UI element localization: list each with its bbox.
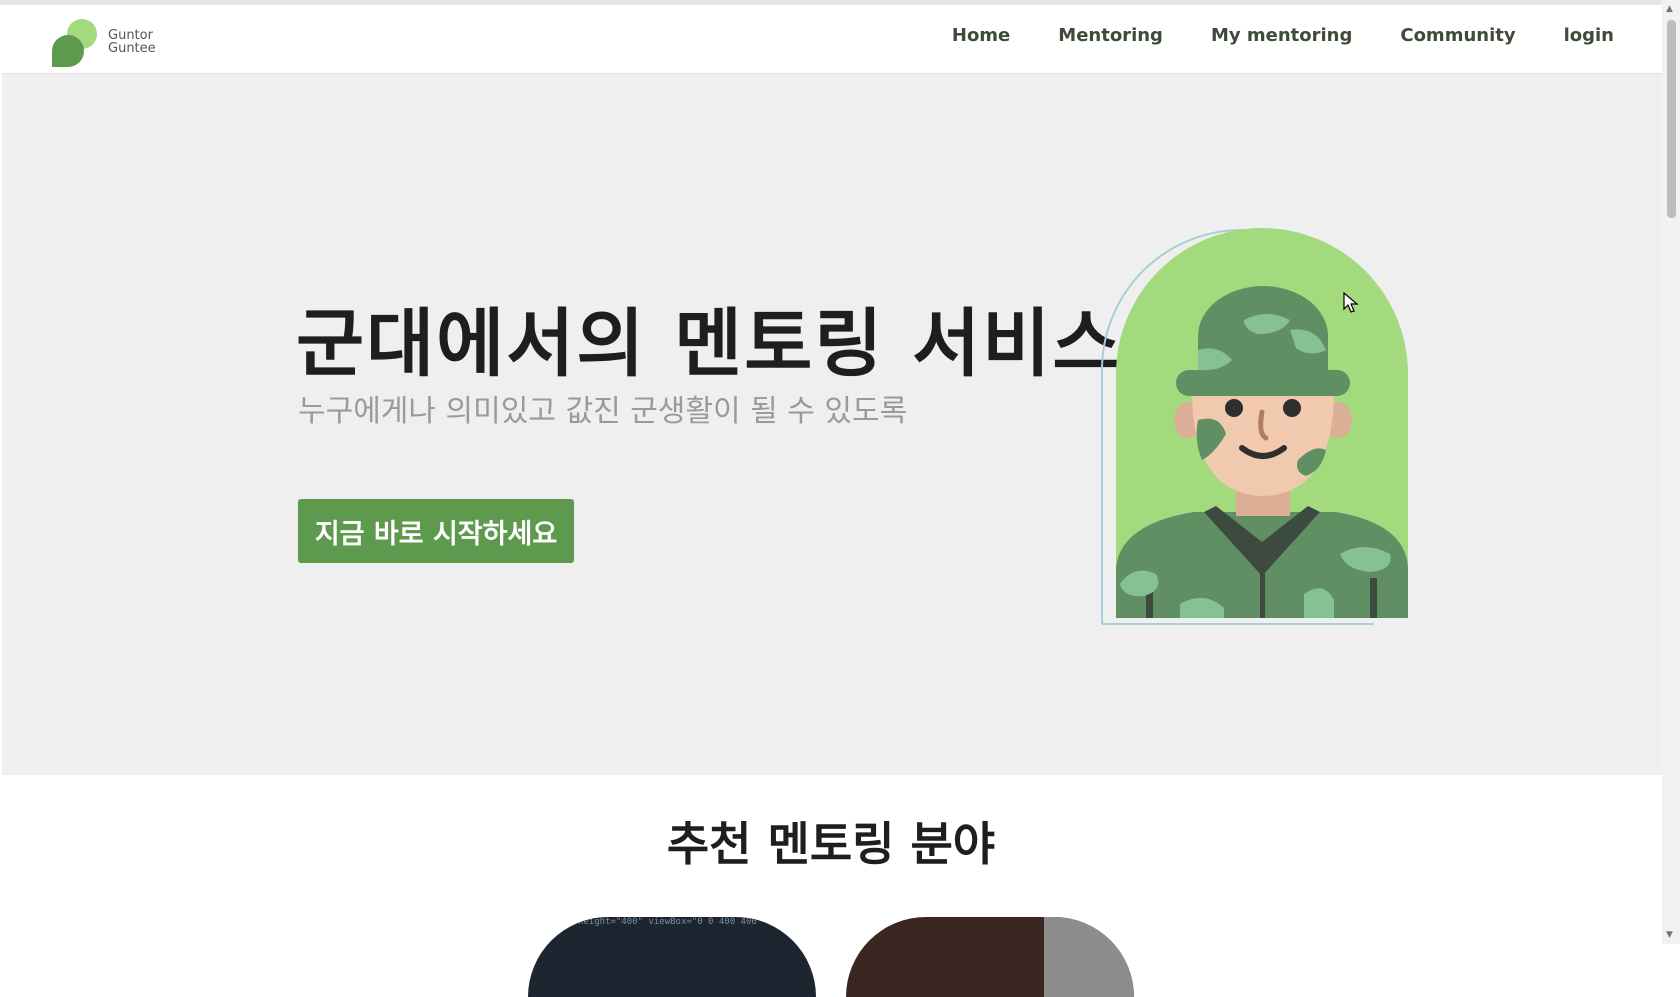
soldier-avatar-icon (1101, 228, 1408, 625)
nav-community[interactable]: Community (1400, 25, 1515, 46)
page-scrollbar[interactable]: ▲ ▼ (1662, 0, 1680, 944)
scroll-up-arrow-icon[interactable]: ▲ (1666, 4, 1673, 14)
nav-my-mentoring[interactable]: My mentoring (1211, 25, 1352, 46)
start-now-button[interactable]: 지금 바로 시작하세요 (298, 499, 574, 563)
logo-text: Guntor Guntee (108, 29, 156, 55)
main-nav: Home Mentoring My mentoring Community lo… (952, 25, 1614, 46)
card-code-snippet: height="400" viewBox="0 0 400 400" xmlns… (578, 917, 801, 927)
hero-title: 군대에서의 멘토링 서비스 (296, 301, 1123, 387)
logo-line-2: Guntee (108, 41, 156, 56)
nav-mentoring[interactable]: Mentoring (1058, 25, 1163, 46)
scroll-down-arrow-icon[interactable]: ▼ (1666, 930, 1673, 940)
nav-login[interactable]: login (1564, 25, 1614, 46)
scroll-thumb[interactable] (1667, 20, 1676, 218)
recommend-section-title: 추천 멘토링 분야 (666, 817, 996, 871)
hero-section: 군대에서의 멘토링 서비스 누구에게나 의미있고 값진 군생활이 될 수 있도록… (2, 74, 1662, 775)
hero-subtitle: 누구에게나 의미있고 값진 군생활이 될 수 있도록 (298, 394, 908, 429)
site-header: Guntor Guntee Home Mentoring My mentorin… (2, 5, 1662, 74)
nav-home[interactable]: Home (952, 25, 1010, 46)
recommend-card[interactable] (846, 917, 1134, 997)
recommend-card[interactable]: height="400" viewBox="0 0 400 400" xmlns… (528, 917, 816, 997)
logo-leaf-icon (52, 19, 97, 67)
site-logo[interactable]: Guntor Guntee (50, 17, 160, 67)
mouse-cursor-icon (1343, 292, 1359, 313)
card-image-shade (1044, 917, 1134, 997)
